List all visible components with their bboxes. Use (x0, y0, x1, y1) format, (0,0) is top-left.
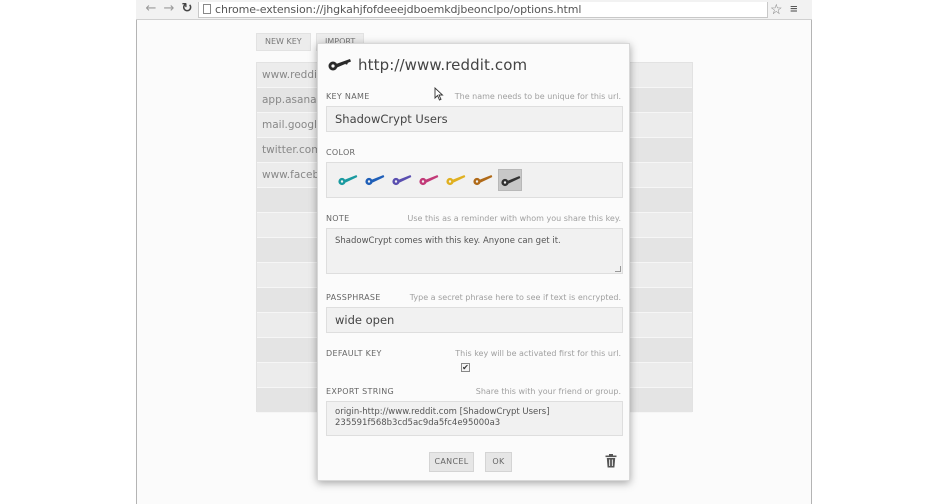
passphrase-input[interactable]: wide open (326, 307, 623, 333)
forward-arrow-icon[interactable]: → (162, 2, 176, 16)
color-swatch-key-icon[interactable] (363, 169, 387, 191)
key-icon (328, 59, 351, 71)
export-string-line: 235591f568b3cd5ac9da5fc4e95000a3 (335, 418, 501, 428)
export-string-textarea[interactable]: origin-http://www.reddit.com [ShadowCryp… (326, 401, 623, 436)
reload-icon[interactable]: ↻ (180, 2, 194, 16)
browser-toolbar: ← → ↻ chrome-extension://jhgkahjfofdeeej… (136, 0, 812, 20)
color-picker (326, 162, 623, 198)
key-name-input[interactable]: ShadowCrypt Users (326, 106, 623, 132)
url-text: chrome-extension://jhgkahjfofdeeejdboemk… (215, 3, 582, 16)
default-key-hint: This key will be activated first for thi… (455, 349, 621, 358)
color-swatch-key-icon[interactable] (390, 169, 414, 191)
menu-icon[interactable]: ≡ (790, 2, 798, 16)
cancel-button[interactable]: CANCEL (429, 452, 474, 472)
default-key-label: DEFAULT KEY (326, 349, 382, 358)
mouse-cursor-icon (434, 87, 444, 101)
note-label: NOTE (326, 214, 350, 223)
export-string-hint: Share this with your friend or group. (475, 387, 621, 396)
passphrase-label: PASSPHRASE (326, 293, 381, 302)
new-key-button[interactable]: NEW KEY (256, 33, 311, 51)
back-arrow-icon[interactable]: ← (144, 2, 158, 16)
color-swatch-key-icon[interactable] (471, 169, 495, 191)
resize-grip-icon[interactable] (615, 266, 621, 272)
edit-key-dialog: http://www.reddit.com KEY NAME The name … (317, 43, 630, 481)
color-swatch-key-icon[interactable] (444, 169, 468, 191)
note-hint: Use this as a reminder with whom you sha… (407, 214, 621, 223)
color-swatch-key-icon[interactable] (498, 169, 522, 191)
address-bar[interactable]: chrome-extension://jhgkahjfofdeeejdboemk… (198, 2, 768, 18)
dialog-title: http://www.reddit.com (358, 56, 528, 74)
color-label: COLOR (326, 148, 356, 157)
note-text: ShadowCrypt comes with this key. Anyone … (335, 236, 561, 246)
passphrase-hint: Type a secret phrase here to see if text… (409, 293, 621, 302)
note-textarea[interactable]: ShadowCrypt comes with this key. Anyone … (326, 228, 623, 274)
ok-button[interactable]: OK (485, 452, 512, 472)
export-string-label: EXPORT STRING (326, 387, 395, 396)
trash-icon[interactable] (605, 454, 617, 468)
star-icon[interactable]: ☆ (770, 1, 783, 17)
key-name-label: KEY NAME (326, 92, 370, 101)
color-swatch-key-icon[interactable] (417, 169, 441, 191)
page-icon (203, 4, 211, 14)
default-key-checkbox[interactable]: ✔ (461, 363, 470, 372)
color-swatch-key-icon[interactable] (336, 169, 360, 191)
key-name-hint: The name needs to be unique for this url… (454, 92, 621, 101)
export-string-line: origin-http://www.reddit.com [ShadowCryp… (335, 407, 550, 417)
